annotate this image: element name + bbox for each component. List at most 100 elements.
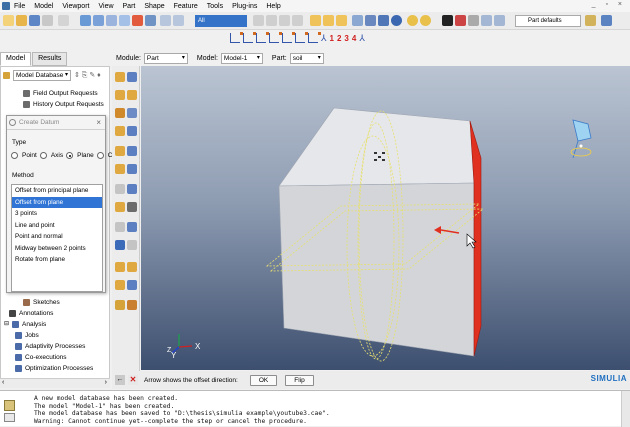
auto-fit-icon[interactable] [132,15,143,26]
feature-manager-icon[interactable] [127,280,137,290]
query-icon[interactable] [292,15,303,26]
menu-view[interactable]: View [98,3,113,10]
radio-axis[interactable] [39,152,47,159]
part-defaults-icon[interactable] [585,15,596,26]
tree-header[interactable]: Model Database ⇕ ⎘ ✎ ♦ [3,70,101,81]
open-folder-icon[interactable] [16,15,27,26]
menu-model[interactable]: Model [34,3,53,10]
flip-button[interactable]: Flip [285,374,314,386]
partition-icon[interactable] [115,146,125,156]
cut-extrude-icon[interactable] [127,108,137,118]
method-item[interactable]: Rotate from plane [12,254,102,266]
zoom-box-icon[interactable] [119,15,130,26]
top-view-icon[interactable] [336,15,347,26]
chamfer-icon[interactable] [127,126,137,136]
tree-item[interactable]: History Output Requests [23,99,104,110]
undo-icon[interactable] [468,15,479,26]
radio-plane[interactable] [66,152,74,159]
tree-horizontal-scrollbar[interactable]: ‹ › [0,378,110,388]
viewport-canvas[interactable]: Y X Z [141,66,630,370]
partition-edge-icon[interactable] [127,164,137,174]
model-database-select[interactable]: Model Database [13,70,71,81]
tree-item[interactable]: ⊟ Analysis [4,319,46,330]
expand-icon[interactable]: ⊟ [4,319,9,330]
datum-plane-icon[interactable] [115,202,125,212]
tab-results[interactable]: Results [32,52,68,66]
menu-plugins[interactable]: Plug-ins [232,3,257,10]
csys-number-4[interactable]: 4 [352,34,356,43]
menu-shape[interactable]: Shape [144,3,164,10]
front-view-icon[interactable] [323,15,334,26]
create-part-icon[interactable] [115,72,125,82]
csys-number-2[interactable]: 2 [337,34,341,43]
model-select[interactable]: Model-1 [220,52,263,64]
selection-filter-icon[interactable] [173,15,184,26]
tree-item[interactable]: Jobs [15,330,39,341]
radio-csys[interactable] [96,152,104,159]
cancel-x-icon[interactable]: ✕ [128,375,138,385]
cursor-select-icon[interactable] [442,15,453,26]
csys-icon[interactable] [243,32,256,43]
menu-help[interactable]: Help [266,3,280,10]
method-item[interactable]: Point and normal [12,231,102,243]
csys-number-1[interactable]: 1 [330,34,334,43]
remove-selected-icon[interactable] [266,15,277,26]
info-icon[interactable] [391,15,402,26]
triad-icon[interactable]: ⅄ [359,33,365,44]
color-code-icon[interactable] [494,15,505,26]
hidden-lines-icon[interactable] [365,15,376,26]
view-select[interactable]: All [195,15,247,27]
geometry-edit-icon[interactable] [127,262,137,272]
menu-feature[interactable]: Feature [174,3,198,10]
mirror-icon[interactable] [115,240,125,250]
tree-item[interactable]: Annotations [9,308,53,319]
datum-axis-icon[interactable] [127,184,137,194]
iso-view-icon[interactable] [310,15,321,26]
highlight-icon[interactable] [455,15,466,26]
ref-point-icon[interactable] [127,222,137,232]
radio-point[interactable] [11,152,18,159]
method-item[interactable]: Line and point [12,220,102,232]
print-icon[interactable] [42,15,53,26]
datum-point-icon[interactable] [115,184,125,194]
method-item[interactable]: Midway between 2 points [12,243,102,255]
box-top-face[interactable] [278,107,475,187]
round-fillet-icon[interactable] [115,126,125,136]
solid-extrude-icon[interactable] [115,90,125,100]
cycle-views-icon[interactable] [145,15,156,26]
render-options-icon[interactable] [407,15,418,26]
layer-icon[interactable] [481,15,492,26]
tab-model[interactable]: Model [0,52,32,66]
datum-csys-icon[interactable] [127,202,137,212]
viewport-icon[interactable] [58,15,69,26]
pan-icon[interactable] [80,15,91,26]
set-icon[interactable] [115,300,125,310]
part-select[interactable]: soil [289,52,324,64]
menu-tools[interactable]: Tools [207,3,223,10]
tree-item[interactable]: Adaptivity Processes [15,341,85,352]
python-console-icon[interactable] [4,413,15,422]
wireframe-icon[interactable] [352,15,363,26]
replace-selected-icon[interactable] [253,15,264,26]
menu-file[interactable]: File [14,3,25,10]
virtual-topology-icon[interactable] [127,240,137,250]
display-group-icon[interactable] [420,15,431,26]
tree-item[interactable]: Sketches [23,297,60,308]
csys-icon[interactable] [295,32,308,43]
partition-face-icon[interactable] [127,146,137,156]
shell-extrude-icon[interactable] [127,90,137,100]
csys-icon[interactable] [256,32,269,43]
menu-viewport[interactable]: Viewport [62,3,89,10]
dialog-titlebar[interactable]: Create Datum × [7,116,105,130]
tree-item[interactable]: Co-executions [15,352,67,363]
window-controls[interactable]: _ ▫ × [592,1,626,8]
part-defaults-select[interactable]: Part defaults [515,15,581,27]
method-item[interactable]: Offset from plane [12,196,102,208]
shaded-icon[interactable] [378,15,389,26]
csys-icon[interactable] [282,32,295,43]
tree-item[interactable]: Optimization Processes [15,363,93,374]
message-tab-icon[interactable] [4,400,15,411]
message-scrollbar[interactable] [621,391,630,427]
repair-icon[interactable] [115,262,125,272]
triad-icon[interactable]: ⅄ [321,33,327,44]
